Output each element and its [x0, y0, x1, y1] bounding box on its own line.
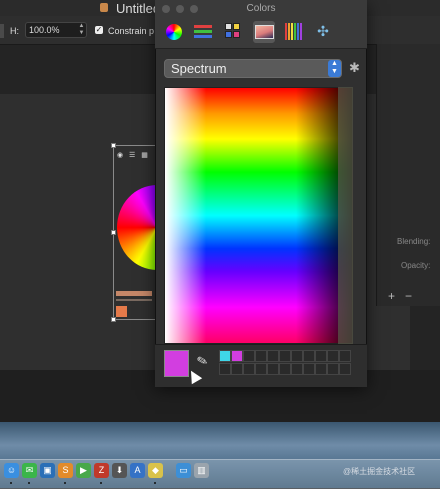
constrain-checkbox[interactable]: ✓: [95, 26, 103, 34]
color-swatch[interactable]: [255, 350, 267, 362]
running-indicator: [64, 482, 66, 484]
artboard-slider-track: [116, 299, 152, 301]
document-icon: [100, 3, 108, 12]
color-swatch[interactable]: [231, 363, 243, 375]
artboard-tab-icons: ◉ ☰ ▦: [117, 152, 150, 159]
color-swatch[interactable]: [303, 363, 315, 375]
resize-handle-ml[interactable]: [111, 230, 116, 235]
palettes-icon: [225, 23, 241, 40]
color-swatch[interactable]: [243, 363, 255, 375]
color-swatch[interactable]: [315, 363, 327, 375]
select-arrows-icon[interactable]: ▲ ▼: [328, 60, 341, 77]
running-indicator: [100, 482, 102, 484]
spectrum-edge: [338, 87, 353, 344]
color-swatch[interactable]: [315, 350, 327, 362]
puzzle-icon: ✣: [317, 23, 329, 39]
palette-mode-value: Spectrum: [171, 61, 227, 76]
color-swatch[interactable]: [255, 363, 267, 375]
color-swatch[interactable]: [339, 363, 351, 375]
color-swatch[interactable]: [303, 350, 315, 362]
folder-icon[interactable]: ▭: [176, 463, 191, 478]
appstore-icon[interactable]: A: [130, 463, 145, 478]
saved-swatches: [219, 350, 351, 376]
sliders-icon: [194, 24, 212, 40]
colors-title: Colors: [246, 3, 276, 14]
color-swatch[interactable]: [267, 350, 279, 362]
finder-icon[interactable]: ☺: [4, 463, 19, 478]
color-swatch[interactable]: [219, 363, 231, 375]
artboard-slider-bar: [116, 291, 152, 296]
resize-handle-bl[interactable]: [111, 317, 116, 322]
color-swatch[interactable]: [339, 350, 351, 362]
gear-icon[interactable]: ✱: [349, 61, 360, 75]
color-swatch[interactable]: [291, 363, 303, 375]
spectrum-picker[interactable]: [164, 87, 353, 344]
app-icon[interactable]: ▣: [40, 463, 55, 478]
running-indicator: [10, 482, 12, 484]
color-swatch[interactable]: [279, 350, 291, 362]
running-indicator: [28, 482, 30, 484]
opacity-label: Opacity:: [401, 261, 431, 270]
trash-icon[interactable]: ▥: [194, 463, 209, 478]
download-icon[interactable]: ⬇: [112, 463, 127, 478]
play-icon[interactable]: ▶: [76, 463, 91, 478]
sublime-icon[interactable]: S: [58, 463, 73, 478]
color-wheel-icon: [166, 24, 182, 40]
height-stepper[interactable]: ▲ ▼: [77, 23, 86, 37]
color-swatch[interactable]: [279, 363, 291, 375]
pencils-icon: [285, 23, 303, 40]
running-indicator: [154, 482, 156, 484]
artboard-swatch: [116, 306, 127, 317]
wechat-icon[interactable]: ✉: [22, 463, 37, 478]
color-swatch[interactable]: [231, 350, 243, 362]
color-swatch[interactable]: [327, 363, 339, 375]
color-swatch[interactable]: [219, 350, 231, 362]
color-swatch[interactable]: [327, 350, 339, 362]
watermark: @稀土掘金技术社区: [343, 467, 416, 476]
color-swatch[interactable]: [243, 350, 255, 362]
height-label: H:: [10, 26, 19, 36]
toolbar-field-stub[interactable]: [0, 24, 4, 38]
add-button[interactable]: +: [388, 289, 395, 303]
sketch-icon[interactable]: ◆: [148, 463, 163, 478]
remove-button[interactable]: −: [405, 289, 412, 303]
constrain-label: Constrain p: [108, 26, 155, 36]
resize-handle-tl[interactable]: [111, 143, 116, 148]
color-swatch[interactable]: [291, 350, 303, 362]
color-swatch[interactable]: [267, 363, 279, 375]
image-palette-icon: [255, 25, 274, 39]
filezilla-icon[interactable]: Z: [94, 463, 109, 478]
blending-label: Blending:: [397, 237, 431, 246]
app-title: Untitled: [116, 1, 161, 16]
